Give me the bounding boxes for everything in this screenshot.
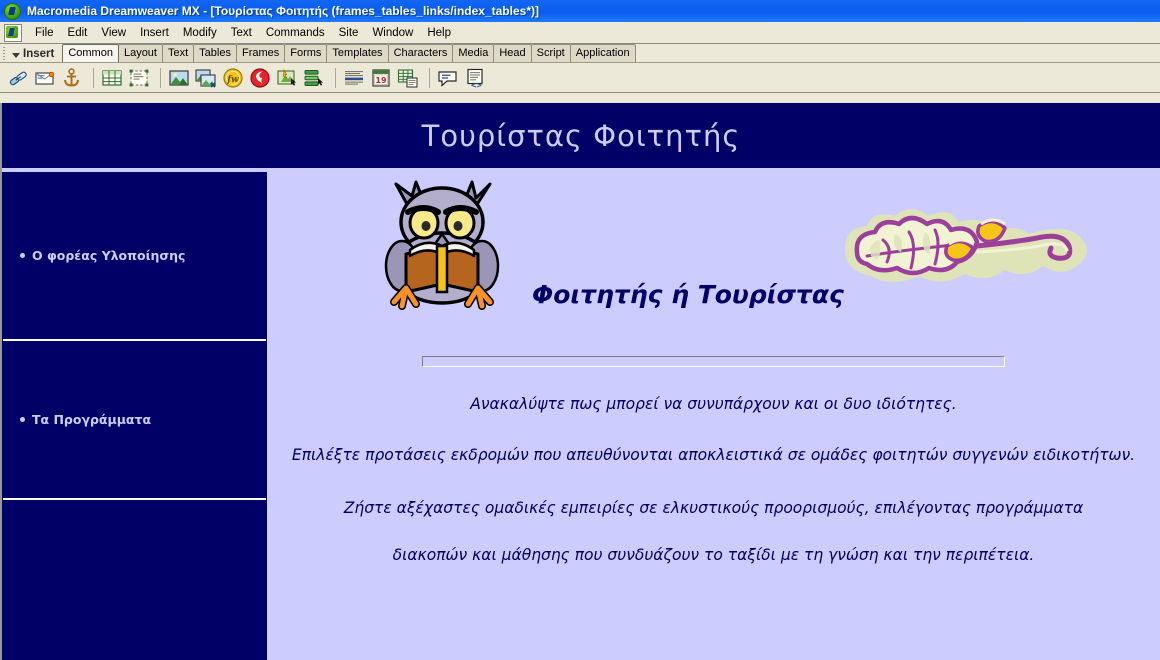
tabstrip: Common Layout Text Tables Frames Forms T… (62, 44, 636, 62)
chevron-down-icon[interactable] (12, 53, 20, 58)
toolbar-separator (335, 67, 336, 88)
hero-heading: Φοιτητής ή Τουρίστας (532, 280, 844, 309)
toolbar-separator (160, 67, 161, 88)
menu-item-insert[interactable]: Insert (133, 25, 176, 41)
menu-bar: File Edit View Insert Modify Text Comman… (0, 22, 1160, 43)
bullet-icon (20, 417, 25, 422)
oak-leaf-acorns-image (837, 200, 1097, 301)
dreamweaver-icon (4, 2, 21, 20)
page-title: Τουρίστας Φοιτητής (421, 118, 741, 153)
tab-tables[interactable]: Tables (193, 44, 237, 62)
paragraph-2: Επιλέξτε προτάσεις εκδρομών που απευθύνο… (291, 446, 1136, 464)
window-title: Macromedia Dreamweaver MX - [Τουρίστας Φ… (27, 4, 539, 18)
tab-script[interactable]: Script (530, 44, 571, 62)
sidebar-item-label: Τα Προγράμματα (32, 412, 152, 427)
panel-grip-handle[interactable] (2, 46, 11, 61)
menu-item-help[interactable]: Help (420, 25, 458, 41)
menu-item-view[interactable]: View (94, 25, 133, 41)
draw-layer-icon[interactable] (127, 66, 151, 90)
tab-head[interactable]: Head (493, 44, 532, 62)
tab-media[interactable]: Media (452, 44, 495, 62)
document-icon[interactable] (4, 23, 22, 42)
bullet-icon (20, 253, 25, 258)
tab-frames[interactable]: Frames (235, 44, 286, 62)
page-banner: Τουρίστας Φοιτητής (2, 103, 1160, 168)
menu-item-site[interactable]: Site (332, 25, 366, 41)
hyperlink-icon[interactable] (6, 66, 30, 90)
named-anchor-icon[interactable] (60, 66, 84, 90)
tab-characters[interactable]: Characters (387, 44, 454, 62)
sidebar-cell-3 (2, 500, 267, 660)
owl-reading-book-image (372, 176, 522, 316)
paragraph-3: Ζήστε αξέχαστες ομαδικές εμπειρίες σε ελ… (343, 499, 1084, 517)
insert-rollover-image-icon[interactable] (194, 66, 218, 90)
insert-navigation-bar-icon[interactable] (302, 66, 326, 90)
menu-item-edit[interactable]: Edit (61, 25, 95, 41)
common-insert-toolbar: fw 19 <> (0, 63, 1160, 93)
paragraph-4: διακοπών και μάθησης που συνδυάζουν το τ… (392, 546, 1035, 564)
email-link-icon[interactable] (33, 66, 57, 90)
tab-templates[interactable]: Templates (326, 44, 389, 62)
insert-flash-icon[interactable] (248, 66, 272, 90)
sidebar-item-label: Ο φορέας Υλοποίησης (32, 248, 186, 263)
insert-panel-label: Insert (23, 48, 55, 60)
menu-item-modify[interactable]: Modify (176, 25, 224, 41)
insert-flash-button-icon[interactable] (275, 66, 299, 90)
insert-fireworks-html-icon[interactable]: fw (221, 66, 245, 90)
sidebar-item-ta-programmata[interactable]: Τα Προγράμματα (2, 412, 151, 427)
menu-item-text[interactable]: Text (224, 25, 259, 41)
tab-common[interactable]: Common (62, 44, 119, 62)
paragraph-1: Ανακαλύψτε πως μπορεί να συνυπάρχουν και… (470, 395, 957, 413)
svg-text:19: 19 (375, 76, 387, 85)
sidebar-cell-2: Τα Προγράμματα (2, 341, 267, 498)
horizontal-rule-icon[interactable] (342, 66, 366, 90)
hero-section: Φοιτητής ή Τουρίστας (267, 170, 1160, 348)
date-icon[interactable]: 19 (369, 66, 393, 90)
tab-layout[interactable]: Layout (117, 44, 163, 62)
page-content: Φοιτητής ή Τουρίστας Ανακαλύψτε πως μπορ… (267, 168, 1160, 571)
page-body: Ο φορέας Υλοποίησης Τα Προγράμματα Φοιτη… (2, 168, 1160, 660)
dreamweaver-window: Macromedia Dreamweaver MX - [Τουρίστας Φ… (0, 0, 1160, 660)
horizontal-rule (422, 356, 1005, 367)
toolbar-separator (429, 67, 430, 88)
document-canvas: Τουρίστας Φοιτητής Ο φορέας Υλοποίησης Τ… (0, 103, 1160, 660)
sidebar-cell-1: Ο φορέας Υλοποίησης (2, 172, 267, 339)
insert-panel-tabstrip: Insert Common Layout Text Tables Frames … (0, 44, 1160, 63)
menu-item-file[interactable]: File (28, 25, 61, 41)
page-sidebar: Ο φορέας Υλοποίησης Τα Προγράμματα (2, 172, 267, 660)
tab-text[interactable]: Text (161, 44, 195, 62)
tab-forms[interactable]: Forms (284, 44, 328, 62)
menu-item-window[interactable]: Window (365, 25, 420, 41)
toolbar-separator (93, 67, 94, 88)
svg-text:<>: <> (471, 81, 482, 90)
menu-item-commands[interactable]: Commands (259, 25, 332, 41)
comment-icon[interactable] (436, 66, 460, 90)
insert-table-icon[interactable] (100, 66, 124, 90)
sidebar-item-forea-ylopoiisis[interactable]: Ο φορέας Υλοποίησης (2, 248, 185, 263)
tabular-data-icon[interactable] (396, 66, 420, 90)
script-icon[interactable]: <> (463, 66, 487, 90)
insert-image-icon[interactable] (167, 66, 191, 90)
tab-application[interactable]: Application (569, 44, 636, 62)
svg-text:fw: fw (226, 75, 239, 85)
window-titlebar: Macromedia Dreamweaver MX - [Τουρίστας Φ… (0, 0, 1160, 22)
